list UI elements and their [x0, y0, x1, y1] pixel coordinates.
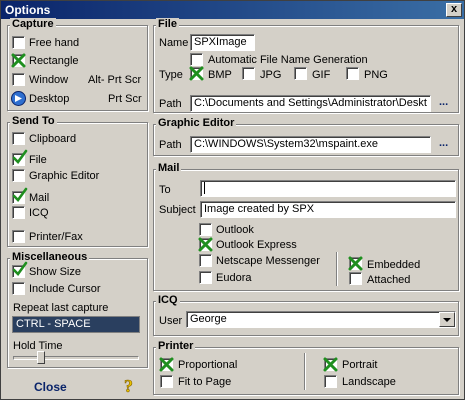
eudora-checkbox[interactable]: [199, 271, 212, 284]
show-size-checkbox[interactable]: [12, 261, 28, 278]
type-jpg-label: JPG: [260, 69, 282, 81]
attached-label: Attached: [367, 274, 411, 286]
mail-subject-label: Subject: [159, 204, 196, 216]
free-hand-checkbox[interactable]: [12, 36, 25, 49]
clipboard-checkbox[interactable]: [12, 132, 25, 145]
include-cursor-label: Include Cursor: [29, 283, 101, 295]
editor-path-input[interactable]: C:\WINDOWS\System32\mspaint.exe: [190, 136, 431, 153]
close-window-button[interactable]: x: [446, 3, 462, 17]
mail-label: Mail: [29, 192, 50, 204]
icq-user-dropdown-button[interactable]: [439, 312, 455, 327]
file-name-label: Name: [159, 37, 189, 49]
file-name-input[interactable]: SPXImage: [190, 34, 255, 51]
hold-time-slider-track[interactable]: [13, 356, 139, 360]
type-gif-label: GIF: [312, 69, 331, 81]
mail-to-label: To: [159, 184, 171, 196]
capture-group-title: Capture: [10, 18, 56, 30]
type-jpg-checkbox[interactable]: [242, 67, 255, 80]
close-button[interactable]: Close: [34, 380, 67, 394]
landscape-checkbox[interactable]: [324, 375, 337, 388]
graphic-editor-checkbox[interactable]: [12, 169, 25, 182]
icq-group-title: ICQ: [156, 294, 180, 306]
type-bmp-label: BMP: [208, 69, 232, 81]
type-png-label: PNG: [364, 69, 388, 81]
free-hand-label: Free hand: [29, 37, 80, 49]
printer-divider: [304, 353, 306, 390]
send-to-group-title: Send To: [10, 115, 57, 127]
netscape-checkbox[interactable]: [199, 254, 212, 267]
repeat-hotkey-field[interactable]: CTRL - SPACE: [12, 316, 140, 333]
include-cursor-checkbox[interactable]: [12, 282, 25, 295]
show-size-label: Show Size: [29, 266, 81, 278]
embedded-checkbox[interactable]: [348, 256, 363, 271]
proportional-label: Proportional: [178, 359, 238, 371]
mail-to-input[interactable]: [200, 180, 456, 197]
mail-divider: [336, 252, 338, 286]
fit-to-page-checkbox[interactable]: [160, 375, 173, 388]
fit-to-page-label: Fit to Page: [178, 376, 232, 388]
hold-time-slider-thumb[interactable]: [36, 351, 45, 364]
desktop-icon[interactable]: [11, 91, 26, 106]
printer-fax-checkbox[interactable]: [12, 230, 25, 243]
icq-label: ICQ: [29, 207, 49, 219]
outlook-label: Outlook: [216, 224, 254, 236]
type-png-checkbox[interactable]: [346, 67, 359, 80]
clipboard-label: Clipboard: [29, 133, 77, 145]
auto-name-label: Automatic File Name Generation: [208, 54, 368, 66]
mail-checkbox[interactable]: [12, 187, 28, 204]
desktop-label: Desktop: [29, 93, 70, 105]
file-path-label: Path: [159, 98, 182, 110]
window-hotkey: Alt- Prt Scr: [88, 74, 142, 86]
file-checkbox[interactable]: [12, 149, 28, 166]
mail-subject-input[interactable]: Image created by SPX: [200, 201, 456, 218]
landscape-label: Landscape: [342, 376, 396, 388]
graphic-editor-label: Graphic Editor: [29, 170, 100, 182]
outlook-express-label: Outlook Express: [216, 239, 297, 251]
mail-group-title: Mail: [156, 162, 182, 174]
printer-group-title: Printer: [156, 340, 196, 352]
icq-user-select[interactable]: George: [186, 311, 456, 328]
icq-checkbox[interactable]: [12, 206, 25, 219]
rectangle-checkbox[interactable]: [11, 53, 26, 68]
window-title: Options: [5, 3, 51, 17]
file-label: File: [29, 154, 47, 166]
chevron-down-icon: [443, 318, 451, 322]
netscape-label: Netscape Messenger: [216, 255, 320, 267]
window-label: Window: [29, 74, 69, 86]
desktop-hotkey: Prt Scr: [108, 93, 142, 105]
file-group-title: File: [156, 18, 179, 30]
svg-text:?: ?: [124, 376, 133, 395]
options-dialog: Options x Capture Free hand Rectangle Wi…: [0, 0, 465, 400]
auto-name-checkbox[interactable]: [190, 53, 203, 66]
file-path-browse-button[interactable]: ...: [439, 96, 448, 108]
type-bmp-checkbox[interactable]: [189, 66, 204, 81]
embedded-label: Embedded: [367, 259, 421, 271]
graphic-editor-group-title: Graphic Editor: [156, 117, 237, 129]
proportional-checkbox[interactable]: [159, 357, 174, 372]
window-checkbox[interactable]: [12, 73, 25, 86]
printer-fax-label: Printer/Fax: [29, 231, 83, 243]
attached-checkbox[interactable]: [349, 272, 362, 285]
rectangle-label: Rectangle: [29, 55, 79, 67]
portrait-checkbox[interactable]: [323, 357, 338, 372]
type-gif-checkbox[interactable]: [294, 67, 307, 80]
eudora-label: Eudora: [216, 272, 252, 284]
outlook-express-checkbox[interactable]: [198, 237, 213, 252]
file-path-input[interactable]: C:\Documents and Settings\Administrator\…: [190, 95, 431, 112]
editor-path-label: Path: [159, 139, 182, 151]
title-bar: Options x: [1, 1, 464, 19]
outlook-checkbox[interactable]: [199, 223, 212, 236]
help-icon[interactable]: ?: [121, 375, 141, 397]
file-type-label: Type: [159, 69, 183, 81]
icq-user-label: User: [159, 315, 183, 327]
portrait-label: Portrait: [342, 359, 378, 371]
repeat-capture-label: Repeat last capture: [13, 302, 109, 314]
editor-path-browse-button[interactable]: ...: [439, 137, 448, 149]
